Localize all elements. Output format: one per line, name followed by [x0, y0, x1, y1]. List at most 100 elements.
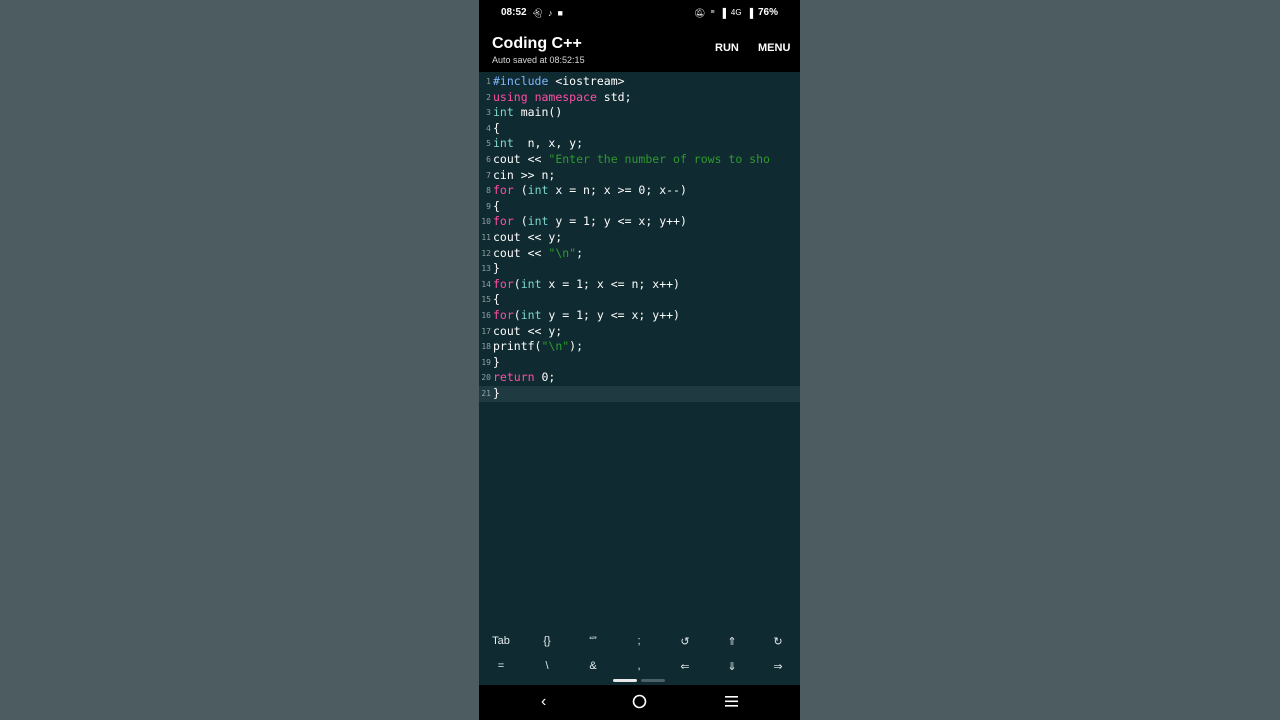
code-text: for(int x = 1; x <= n; x++) [493, 277, 680, 293]
line-number: 14 [481, 279, 491, 289]
code-line[interactable]: 3 int main() [479, 105, 800, 121]
battery-percent: 76% [757, 7, 778, 18]
extra-key[interactable]: {} [532, 635, 562, 647]
autosave-status: Auto saved at 08:52:15 [492, 55, 585, 65]
code-line[interactable]: 11 cout << y; [479, 230, 800, 246]
code-text: cout << "Enter the number of rows to sho [493, 152, 770, 168]
code-line[interactable]: 4{ [479, 121, 800, 137]
network-type: 4G [730, 7, 742, 17]
extra-key[interactable]: Tab [486, 635, 516, 647]
code-line[interactable]: 17 cout << y; [479, 324, 800, 340]
line-number: 19 [481, 357, 491, 367]
code-token: "Enter the number of rows to sho [548, 152, 770, 166]
app-title: Coding C++ [492, 35, 582, 52]
code-line[interactable]: 8 for (int x = n; x >= 0; x--) [479, 183, 800, 199]
line-number: 11 [481, 233, 491, 242]
line-number: 2 [486, 92, 491, 102]
run-button[interactable]: RUN [715, 42, 739, 54]
code-token: { [493, 292, 500, 307]
code-line[interactable]: 9{ [479, 199, 800, 215]
menu-button[interactable]: MENU [758, 42, 790, 54]
tiktok-icon: ♪ [548, 7, 553, 18]
video-icon: ■ [557, 7, 563, 18]
navigation-bar: ‹ [479, 685, 800, 720]
code-token: for [493, 183, 514, 198]
code-line[interactable]: 19} [479, 355, 800, 371]
extra-key[interactable]: ⇓ [717, 660, 747, 673]
code-text: cout << y; [493, 230, 562, 246]
code-token: } [493, 261, 500, 276]
code-line[interactable]: 10 for (int y = 1; y <= x; y++) [479, 214, 800, 230]
code-text: return 0; [493, 370, 555, 386]
code-token: ; [576, 245, 584, 260]
code-token: int [520, 276, 542, 291]
code-text: } [493, 261, 500, 277]
extra-key[interactable]: = [486, 660, 516, 672]
code-line[interactable]: 20 return 0; [479, 370, 800, 386]
code-token: cout << [493, 245, 549, 260]
extra-key[interactable]: ; [624, 635, 654, 647]
code-line[interactable]: 6 cout << "Enter the number of rows to sh… [479, 152, 800, 168]
line-number: 20 [481, 373, 491, 383]
code-line[interactable]: 1 #include <iostream> [479, 74, 800, 90]
code-token: int [527, 214, 549, 229]
line-number: 16 [481, 311, 491, 320]
code-text: } [493, 386, 500, 402]
code-line[interactable]: 18 printf("\n"); [479, 339, 800, 355]
code-token: main() [513, 105, 563, 120]
volte-icon: ≡ [710, 8, 715, 16]
code-token: ( [513, 214, 528, 229]
code-line[interactable]: 2 using namespace std; [479, 90, 800, 106]
code-token: "\n" [541, 339, 570, 354]
line-number: 7 [486, 170, 491, 180]
extra-key[interactable]: \ [532, 660, 562, 672]
code-token: 0; [534, 370, 556, 385]
code-line[interactable]: 5 int n, x, y; [479, 136, 800, 152]
keybar-page-indicator-inactive [641, 679, 665, 682]
recents-icon[interactable] [724, 695, 739, 713]
code-token: printf( [493, 339, 542, 354]
code-line[interactable]: 14 for(int x = 1; x <= n; x++) [479, 277, 800, 293]
home-icon[interactable] [632, 694, 647, 714]
line-number: 8 [486, 186, 491, 196]
extra-key[interactable]: “” [578, 635, 608, 647]
status-left: 08:52 👻︎ ♪ ■ [501, 7, 563, 18]
code-text: #include <iostream> [493, 74, 625, 90]
code-line[interactable]: 16 for(int y = 1; y <= x; y++) [479, 308, 800, 324]
code-text: { [493, 199, 500, 215]
code-token: { [493, 120, 500, 135]
code-token: cout << y; [493, 230, 563, 244]
code-line[interactable]: 12 cout << "\n"; [479, 246, 800, 262]
code-line[interactable]: 13} [479, 261, 800, 277]
code-token: } [493, 354, 500, 369]
code-token: ( [513, 308, 521, 322]
code-token: ); [569, 339, 584, 354]
code-line[interactable]: 7 cin >> n; [479, 168, 800, 184]
code-line[interactable]: 21} [479, 386, 800, 402]
code-token: x = 1; x <= n; x++) [541, 276, 680, 291]
silent-icon: 🔕︎ [694, 7, 706, 18]
extra-key[interactable]: , [624, 660, 654, 672]
extra-key[interactable]: ⇒ [763, 660, 793, 673]
line-number: 5 [486, 139, 491, 149]
code-text: for(int y = 1; y <= x; y++) [493, 308, 680, 324]
code-token: for [493, 308, 514, 322]
extra-key[interactable]: ↺ [670, 635, 700, 648]
extra-key[interactable]: ⇐ [670, 660, 700, 673]
code-line[interactable]: 15{ [479, 292, 800, 308]
extra-key[interactable]: & [578, 660, 608, 672]
back-icon[interactable]: ‹ [541, 693, 546, 711]
extra-key[interactable]: ⇑ [717, 635, 747, 648]
code-token: ( [513, 276, 521, 291]
code-token: } [493, 386, 500, 400]
extra-key[interactable]: ↻ [763, 635, 793, 648]
code-editor[interactable]: 1 #include <iostream> 2 using namespace std… [479, 72, 800, 627]
code-text: for (int x = n; x >= 0; x--) [493, 183, 687, 199]
code-token: int [527, 183, 549, 198]
line-number: 15 [481, 295, 491, 305]
line-number: 1 [486, 77, 491, 86]
code-token: ( [513, 183, 528, 198]
code-token: return [493, 370, 535, 385]
code-text: int n, x, y; [493, 136, 583, 152]
line-number: 18 [481, 342, 491, 352]
